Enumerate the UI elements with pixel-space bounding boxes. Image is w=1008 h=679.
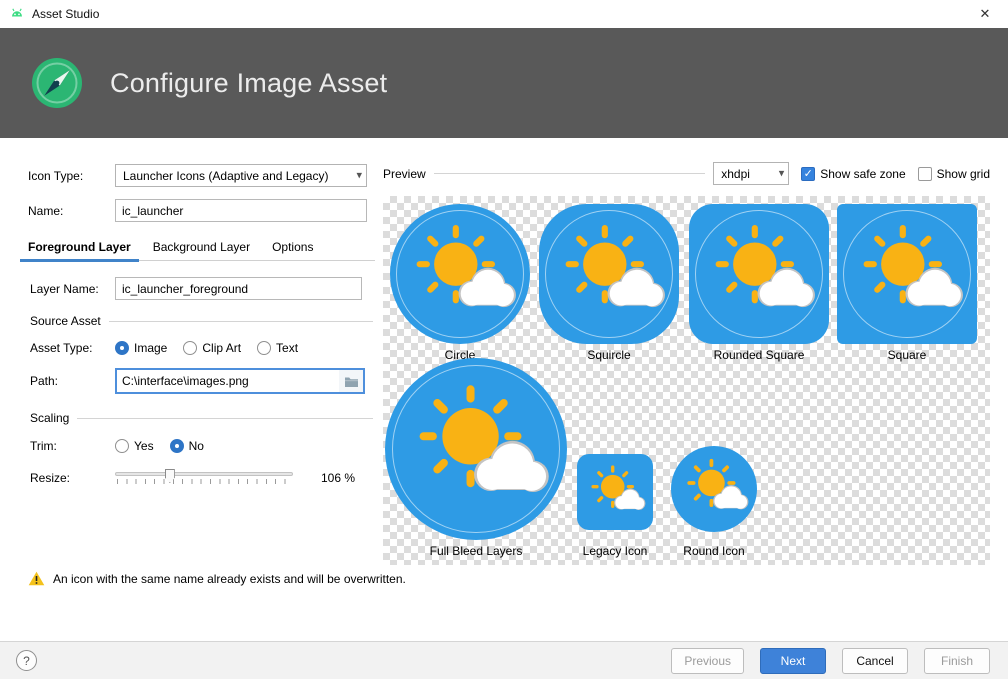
preview-divider: [434, 173, 706, 174]
dialog-header: Configure Image Asset: [0, 28, 1008, 138]
icon-type-row: Icon Type: Launcher Icons (Adaptive and …: [28, 164, 367, 187]
radio-image-label: Image: [134, 341, 167, 355]
radio-trim-no-label: No: [189, 439, 204, 453]
source-asset-heading: Source Asset: [30, 314, 101, 328]
help-button[interactable]: ?: [16, 650, 37, 671]
path-label: Path:: [30, 374, 115, 388]
chevron-down-icon: ▾: [779, 166, 785, 179]
name-input[interactable]: [116, 200, 366, 221]
radio-clip-art[interactable]: Clip Art: [183, 341, 241, 355]
show-grid-checkbox[interactable]: Show grid: [918, 167, 990, 181]
cancel-button[interactable]: Cancel: [842, 648, 908, 674]
title-bar: Asset Studio ✕: [0, 0, 1008, 28]
layer-name-label: Layer Name:: [30, 282, 115, 296]
checkbox-unchecked-icon: [918, 167, 932, 181]
browse-folder-button[interactable]: [339, 370, 363, 392]
preview-icon-full-bleed: [385, 358, 567, 540]
density-value: xhdpi: [721, 167, 750, 181]
preview-label-round: Round Icon: [665, 544, 763, 558]
show-safe-zone-label: Show safe zone: [820, 167, 905, 181]
preview-label-rounded-square: Rounded Square: [689, 348, 829, 362]
warning-message: An icon with the same name already exist…: [28, 571, 406, 586]
preview-header: Preview xhdpi ▾ ✓ Show safe zone Show gr…: [383, 162, 990, 185]
radio-text-dot: [257, 341, 271, 355]
tab-background-layer[interactable]: Background Layer: [145, 235, 258, 260]
layer-name-input[interactable]: [116, 278, 361, 299]
resize-label: Resize:: [30, 471, 115, 485]
layer-tabs: Foreground Layer Background Layer Option…: [20, 235, 375, 261]
density-combobox[interactable]: xhdpi ▾: [713, 162, 789, 185]
asset-type-label: Asset Type:: [30, 341, 115, 355]
trim-label: Trim:: [30, 439, 115, 453]
radio-image[interactable]: Image: [115, 341, 167, 355]
window-title: Asset Studio: [32, 7, 99, 21]
preview-label-square: Square: [837, 348, 977, 362]
layer-name-row: Layer Name:: [30, 277, 362, 300]
close-button[interactable]: ✕: [962, 0, 1008, 28]
radio-clip-art-label: Clip Art: [202, 341, 241, 355]
preview-label: Preview: [383, 167, 426, 181]
radio-trim-yes[interactable]: Yes: [115, 439, 154, 453]
path-input[interactable]: [117, 370, 339, 392]
dialog-content: Icon Type: Launcher Icons (Adaptive and …: [0, 138, 1008, 641]
tab-foreground-layer[interactable]: Foreground Layer: [20, 235, 139, 260]
android-studio-logo: [30, 56, 84, 110]
resize-value: 106 %: [321, 471, 355, 485]
source-asset-section: Source Asset: [30, 314, 373, 328]
show-grid-label: Show grid: [937, 167, 990, 181]
name-row: Name:: [28, 199, 367, 222]
page-title: Configure Image Asset: [110, 68, 387, 99]
layer-name-field-wrap: [115, 277, 362, 300]
chevron-down-icon: ▾: [356, 168, 362, 181]
preview-icon-round: [671, 446, 757, 532]
warning-icon: [28, 571, 45, 586]
name-label: Name:: [28, 204, 115, 218]
finish-button[interactable]: Finish: [924, 648, 990, 674]
tab-options[interactable]: Options: [264, 235, 321, 260]
path-row: Path:: [30, 368, 365, 394]
slider-track[interactable]: [115, 472, 293, 476]
scaling-heading: Scaling: [30, 411, 69, 425]
preview-label-full-bleed: Full Bleed Layers: [385, 544, 567, 558]
preview-icon-circle: [390, 204, 530, 344]
preview-icon-rounded-square: [689, 204, 829, 344]
radio-trim-yes-dot: [115, 439, 129, 453]
radio-trim-yes-label: Yes: [134, 439, 154, 453]
trim-row: Trim: Yes No: [30, 439, 220, 453]
preview-canvas: Circle Squircle Rounded Square Square Fu…: [383, 196, 990, 565]
preview-icon-legacy: [577, 454, 653, 530]
radio-trim-no-dot: [170, 439, 184, 453]
radio-image-dot: [115, 341, 129, 355]
preview-icon-square: [837, 204, 977, 344]
folder-icon: [344, 375, 359, 388]
dialog-footer: ? Previous Next Cancel Finish: [0, 641, 1008, 679]
preview-label-legacy: Legacy Icon: [565, 544, 665, 558]
show-safe-zone-checkbox[interactable]: ✓ Show safe zone: [801, 167, 905, 181]
icon-type-value: Launcher Icons (Adaptive and Legacy): [123, 169, 328, 183]
name-field-wrap: [115, 199, 367, 222]
icon-type-combobox[interactable]: Launcher Icons (Adaptive and Legacy) ▾: [115, 164, 367, 187]
next-button[interactable]: Next: [760, 648, 826, 674]
radio-text-label: Text: [276, 341, 298, 355]
checkbox-checked-icon: ✓: [801, 167, 815, 181]
radio-trim-no[interactable]: No: [170, 439, 204, 453]
preview-label-squircle: Squircle: [539, 348, 679, 362]
footer-buttons: Previous Next Cancel Finish: [671, 648, 990, 674]
radio-text[interactable]: Text: [257, 341, 298, 355]
section-divider: [77, 418, 373, 419]
previous-button[interactable]: Previous: [671, 648, 744, 674]
warning-text: An icon with the same name already exist…: [53, 572, 406, 586]
asset-type-row: Asset Type: Image Clip Art Text: [30, 341, 314, 355]
scaling-section: Scaling: [30, 411, 373, 425]
path-field-wrap: [115, 368, 365, 394]
section-divider: [109, 321, 373, 322]
resize-slider[interactable]: [115, 467, 293, 489]
preview-icon-squircle: [539, 204, 679, 344]
android-icon: [9, 6, 25, 22]
resize-row: Resize: 106 %: [30, 467, 355, 489]
radio-clip-art-dot: [183, 341, 197, 355]
icon-type-label: Icon Type:: [28, 169, 115, 183]
slider-ticks: [117, 479, 293, 484]
